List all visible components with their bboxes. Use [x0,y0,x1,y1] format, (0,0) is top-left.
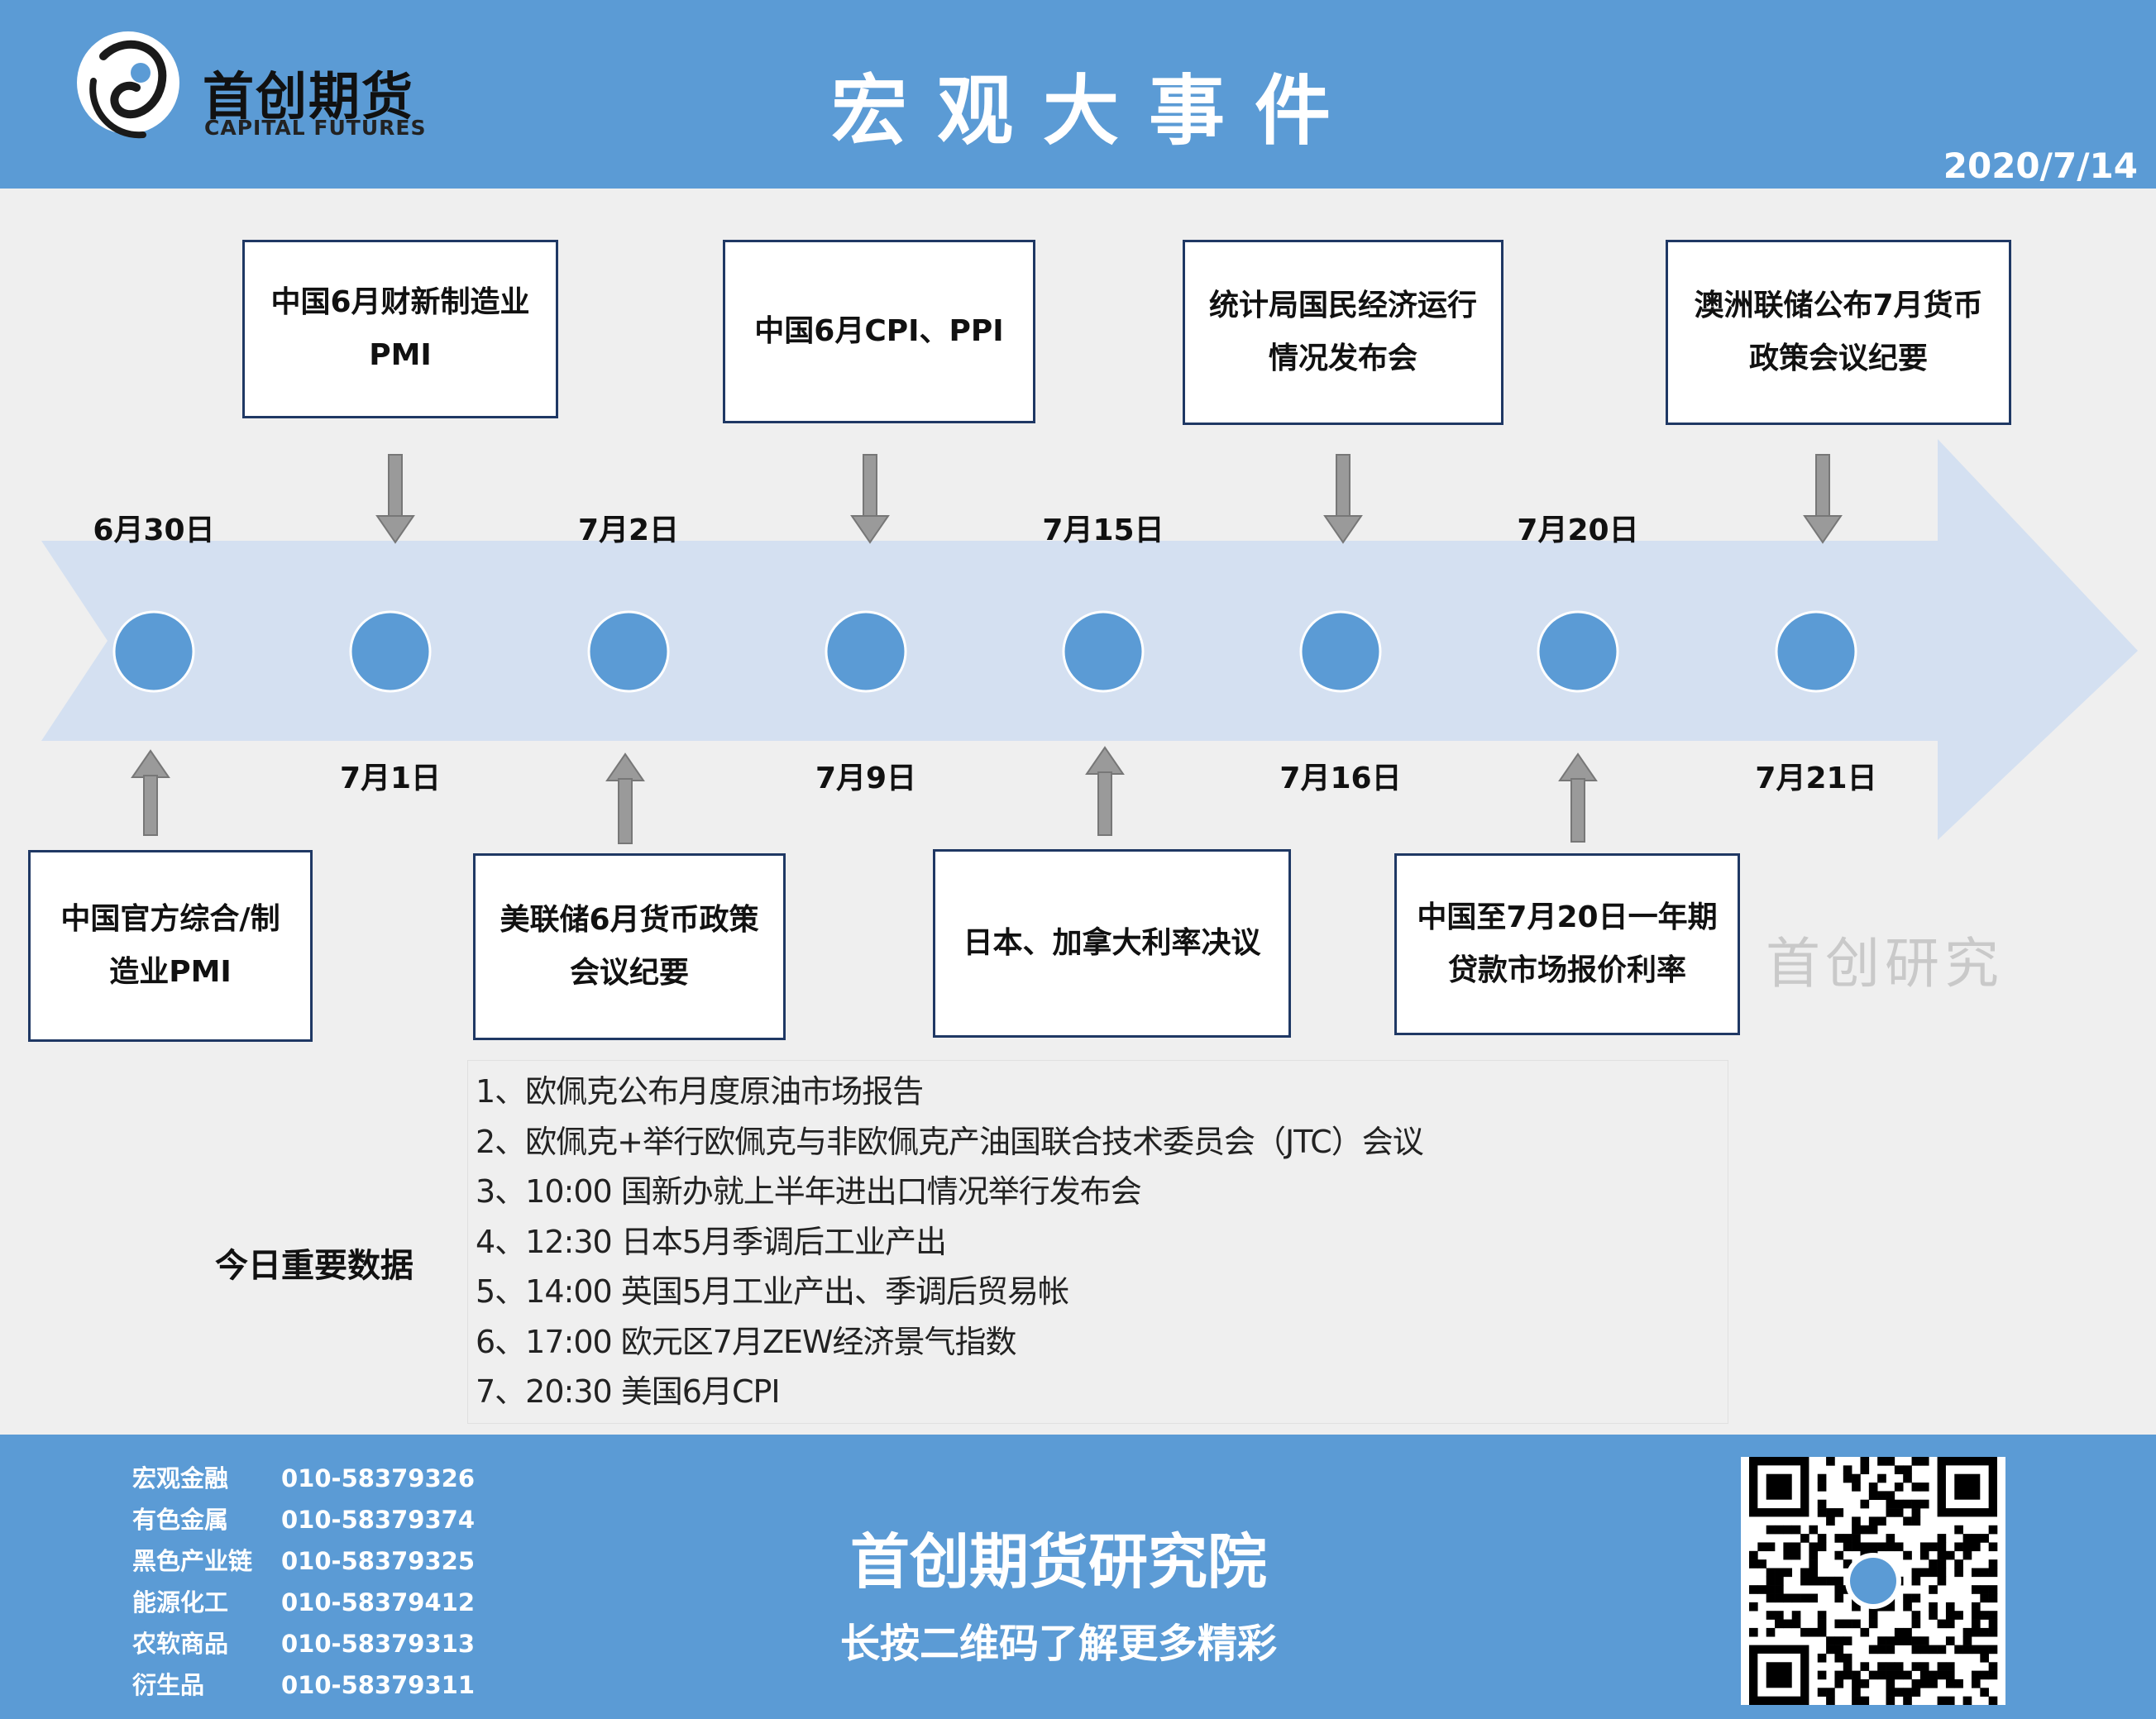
event-box: 中国6月CPI、PPI [723,240,1035,423]
timeline-node [587,610,670,693]
timeline-date-label: 7月16日 [1279,762,1402,795]
connector-arrow-up [1558,752,1598,843]
report-date: 2020/7/14 [1943,146,2138,186]
important-data-item: 4、12:30 日本5月季调后工业产出 [476,1223,947,1260]
timeline-node [1299,610,1382,693]
timeline-date-label: 6月30日 [93,513,215,547]
connector-arrow-up [1085,746,1125,836]
important-data-item: 6、17:00 欧元区7月ZEW经济景气指数 [476,1323,1017,1360]
timeline-node [112,610,195,693]
event-box: 中国6月财新制造业 PMI [242,240,558,418]
important-data-item: 5、14:00 英国5月工业产出、季调后贸易帐 [476,1273,1069,1310]
contact-row: 宏观金融 010-58379326 [132,1459,475,1494]
timeline-date-label: 7月9日 [815,762,917,795]
important-data-item: 7、20:30 美国6月CPI [476,1373,781,1410]
important-data-item: 1、欧佩克公布月度原油市场报告 [476,1073,924,1110]
qr-code-icon[interactable] [1741,1457,2005,1705]
connector-arrow-up [605,752,645,844]
watermark-text: 首创研究 [1766,932,2004,996]
contact-row: 衍生品 010-58379311 [132,1666,475,1701]
event-box: 中国官方综合/制 造业PMI [28,850,313,1042]
important-data-list: 1、欧佩克公布月度原油市场报告 2、欧佩克+举行欧佩克与非欧佩克产油国联合技术委员… [476,1067,1424,1417]
important-data-item: 3、10:00 国新办就上半年进出口情况举行发布会 [476,1173,1142,1210]
contact-department: 衍生品 [132,1671,205,1699]
timeline-date-label: 7月21日 [1755,762,1877,795]
event-box: 中国至7月20日一年期 贷款市场报价利率 [1394,853,1740,1035]
timeline-node [1062,610,1145,693]
event-box: 澳洲联储公布7月货币 政策会议纪要 [1666,240,2011,425]
timeline-date-label: 7月1日 [339,762,442,795]
event-box: 美联储6月货币政策 会议纪要 [473,853,786,1040]
contact-department: 宏观金融 [132,1464,229,1492]
timeline-node [349,610,432,693]
contact-phone: 010-58379311 [281,1671,475,1699]
timeline-date-label: 7月20日 [1517,513,1639,547]
timeline-node [1537,610,1619,693]
event-box: 统计局国民经济运行 情况发布会 [1183,240,1503,425]
connector-arrow-up [131,749,170,836]
timeline-date-label: 7月2日 [577,513,680,547]
timeline-node [825,610,907,693]
important-data-title: 今日重要数据 [215,1247,414,1285]
timeline-node [1775,610,1857,693]
connector-arrow-down [1803,454,1843,544]
page-title: 宏观大事件 [830,67,1360,155]
timeline-date-label: 7月15日 [1042,513,1164,547]
connector-arrow-down [850,454,890,544]
connector-arrow-down [1323,454,1363,544]
important-data-item: 2、欧佩克+举行欧佩克与非欧佩克产油国联合技术委员会（JTC）会议 [476,1123,1424,1160]
connector-arrow-down [375,454,415,544]
contact-phone: 010-58379326 [281,1464,475,1492]
event-box: 日本、加拿大利率决议 [933,849,1291,1038]
